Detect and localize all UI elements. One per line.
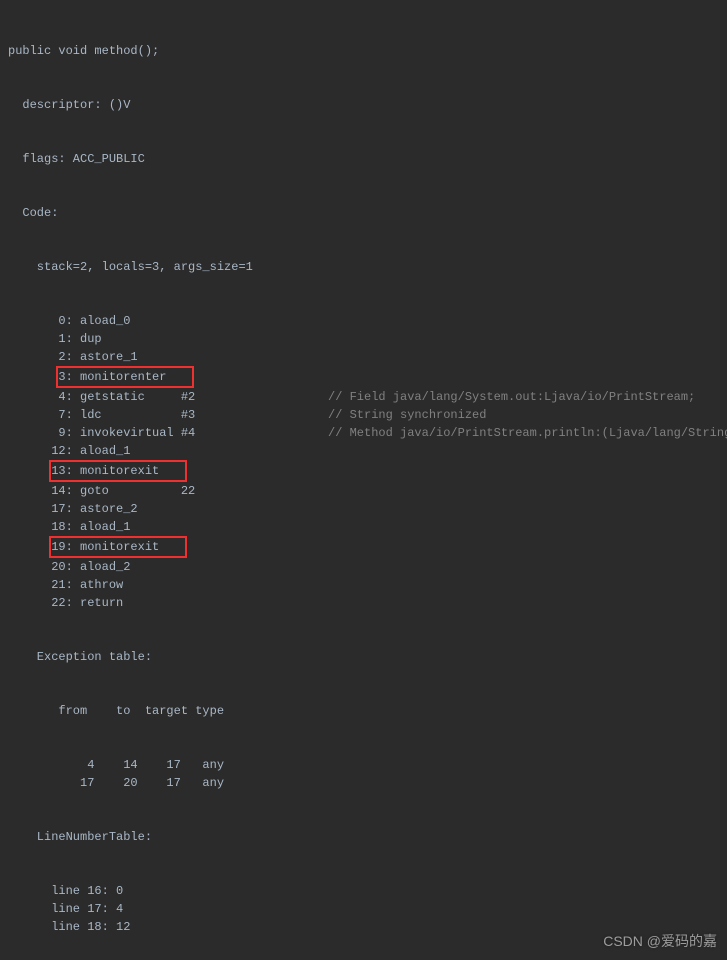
red-highlight-box: 19: monitorexit bbox=[49, 536, 187, 558]
instruction-row: 7: ldc #3// String synchronized bbox=[8, 406, 719, 424]
instruction-opcode: 20: aload_2 bbox=[8, 558, 328, 576]
instruction-row: 1: dup bbox=[8, 330, 719, 348]
instruction-row: 17: astore_2 bbox=[8, 500, 719, 518]
line-number-rows: line 16: 0 line 17: 4 line 18: 12 bbox=[8, 882, 719, 936]
instruction-comment: // Method java/io/PrintStream.println:(L… bbox=[328, 424, 727, 442]
instruction-list: 0: aload_0 1: dup 2: astore_1 3: monitor… bbox=[8, 312, 719, 612]
instruction-opcode: 0: aload_0 bbox=[8, 312, 328, 330]
instruction-row: 3: monitorenter bbox=[8, 366, 719, 388]
instruction-opcode: 14: goto 22 bbox=[8, 482, 328, 500]
instruction-comment: // String synchronized bbox=[328, 406, 719, 424]
red-highlight-box: 13: monitorexit bbox=[49, 460, 187, 482]
line-number-row: line 16: 0 bbox=[8, 882, 719, 900]
instruction-row: 0: aload_0 bbox=[8, 312, 719, 330]
method-signature: public void method(); bbox=[8, 42, 719, 60]
exception-row: 17 20 17 any bbox=[8, 774, 719, 792]
instruction-row: 4: getstatic #2// Field java/lang/System… bbox=[8, 388, 719, 406]
instruction-opcode: 21: athrow bbox=[8, 576, 328, 594]
instruction-opcode: 18: aload_1 bbox=[8, 518, 328, 536]
line-number-table-label: LineNumberTable: bbox=[8, 828, 719, 846]
instruction-row: 14: goto 22 bbox=[8, 482, 719, 500]
instruction-row: 21: athrow bbox=[8, 576, 719, 594]
instruction-opcode: 3: monitorenter bbox=[8, 366, 328, 388]
flags-line: flags: ACC_PUBLIC bbox=[8, 150, 719, 168]
exception-rows: 4 14 17 any 17 20 17 any bbox=[8, 756, 719, 792]
csdn-watermark: CSDN @爱码的嘉 bbox=[603, 931, 717, 952]
instruction-opcode: 17: astore_2 bbox=[8, 500, 328, 518]
bytecode-disassembly: public void method(); descriptor: ()V fl… bbox=[8, 6, 719, 954]
instruction-opcode: 2: astore_1 bbox=[8, 348, 328, 366]
line-number-row: line 17: 4 bbox=[8, 900, 719, 918]
instruction-row: 20: aload_2 bbox=[8, 558, 719, 576]
exception-table-label: Exception table: bbox=[8, 648, 719, 666]
instruction-opcode: 13: monitorexit bbox=[8, 460, 328, 482]
instruction-opcode: 19: monitorexit bbox=[8, 536, 328, 558]
stack-line: stack=2, locals=3, args_size=1 bbox=[8, 258, 719, 276]
exception-row: 4 14 17 any bbox=[8, 756, 719, 774]
instruction-row: 13: monitorexit bbox=[8, 460, 719, 482]
instruction-opcode: 9: invokevirtual #4 bbox=[8, 424, 328, 442]
instruction-opcode: 12: aload_1 bbox=[8, 442, 328, 460]
instruction-opcode: 4: getstatic #2 bbox=[8, 388, 328, 406]
red-highlight-box: 3: monitorenter bbox=[56, 366, 194, 388]
instruction-row: 22: return bbox=[8, 594, 719, 612]
instruction-row: 2: astore_1 bbox=[8, 348, 719, 366]
instruction-row: 19: monitorexit bbox=[8, 536, 719, 558]
instruction-row: 9: invokevirtual #4// Method java/io/Pri… bbox=[8, 424, 719, 442]
instruction-comment: // Field java/lang/System.out:Ljava/io/P… bbox=[328, 388, 719, 406]
code-label: Code: bbox=[8, 204, 719, 222]
instruction-opcode: 7: ldc #3 bbox=[8, 406, 328, 424]
instruction-row: 12: aload_1 bbox=[8, 442, 719, 460]
instruction-row: 18: aload_1 bbox=[8, 518, 719, 536]
descriptor-line: descriptor: ()V bbox=[8, 96, 719, 114]
instruction-opcode: 22: return bbox=[8, 594, 328, 612]
instruction-opcode: 1: dup bbox=[8, 330, 328, 348]
exception-table-header: from to target type bbox=[8, 702, 719, 720]
